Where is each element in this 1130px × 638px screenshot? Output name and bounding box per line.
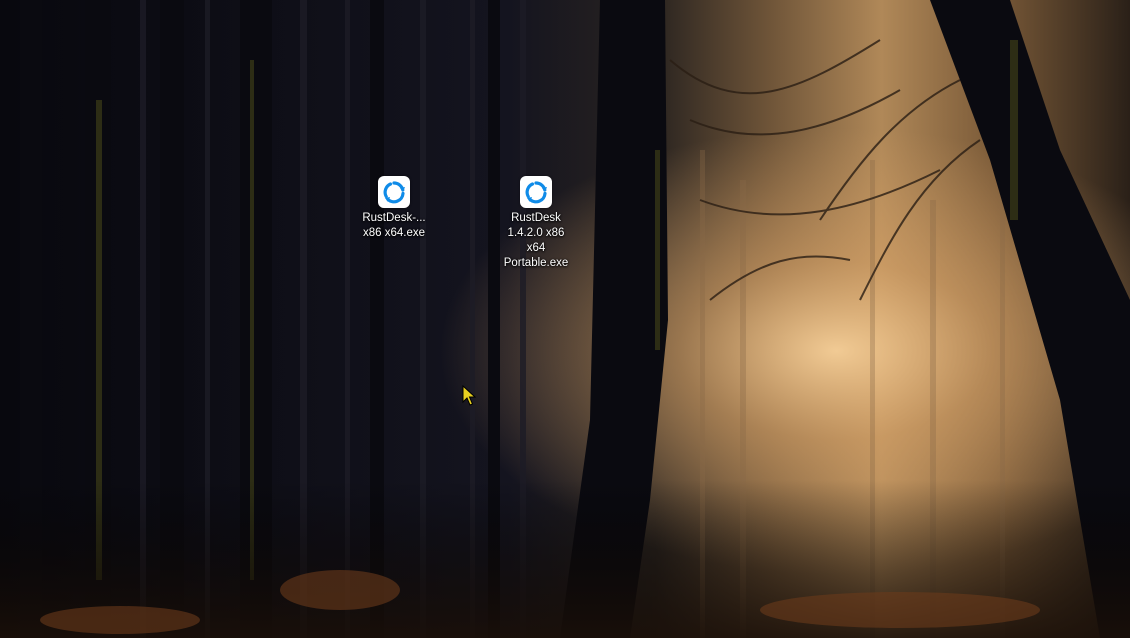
desktop-icon-rustdesk-installer[interactable]: RustDesk-... x86 x64.exe xyxy=(356,176,432,241)
label-line: 1.4.2.0 x86 xyxy=(507,227,565,239)
rustdesk-icon xyxy=(378,176,410,208)
label-line: Portable.exe xyxy=(503,257,569,269)
arrow-cursor-icon xyxy=(462,385,476,406)
forest-wallpaper xyxy=(0,0,1130,638)
label-line: RustDesk-... xyxy=(362,212,426,224)
desktop-icon-label: RustDesk 1.4.2.0 x86 x64 Portable.exe xyxy=(498,211,574,271)
desktop-icon-rustdesk-portable[interactable]: RustDesk 1.4.2.0 x86 x64 Portable.exe xyxy=(498,176,574,271)
desktop[interactable]: RustDesk-... x86 x64.exe RustDesk 1.4.2.… xyxy=(0,0,1130,638)
label-line: RustDesk xyxy=(511,212,561,224)
label-line: x64 xyxy=(526,242,546,254)
desktop-icon-label: RustDesk-... x86 x64.exe xyxy=(356,211,432,241)
label-line: x86 x64.exe xyxy=(362,227,425,239)
rustdesk-icon xyxy=(520,176,552,208)
